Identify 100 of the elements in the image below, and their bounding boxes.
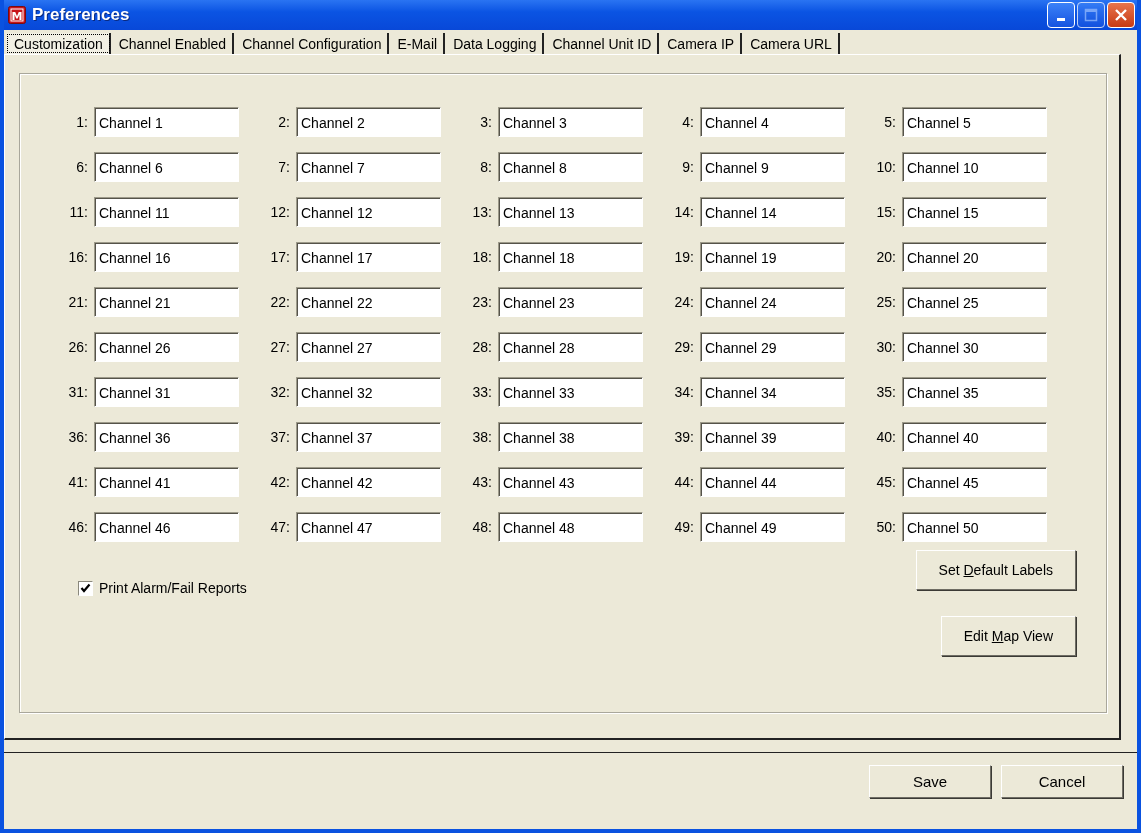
channel-number: 2: xyxy=(277,114,290,130)
channel-number: 16: xyxy=(67,249,88,265)
channel-number: 23: xyxy=(471,294,492,310)
channel-name-field[interactable]: Channel 7 xyxy=(296,152,441,182)
channel-number: 44: xyxy=(673,474,694,490)
channel-number: 25: xyxy=(875,294,896,310)
channel-name-field[interactable]: Channel 45 xyxy=(902,467,1047,497)
channel-number: 35: xyxy=(875,384,896,400)
channel-name-field[interactable]: Channel 46 xyxy=(94,512,239,542)
channel-name-field[interactable]: Channel 44 xyxy=(700,467,845,497)
channel-name-field[interactable]: Channel 27 xyxy=(296,332,441,362)
channel-number: 38: xyxy=(471,429,492,445)
channel-name-field[interactable]: Channel 4 xyxy=(700,107,845,137)
channel-name-field[interactable]: Channel 33 xyxy=(498,377,643,407)
channel-name-field[interactable]: Channel 50 xyxy=(902,512,1047,542)
channel-name-field[interactable]: Channel 30 xyxy=(902,332,1047,362)
channel-number: 42: xyxy=(269,474,290,490)
channel-name-field[interactable]: Channel 34 xyxy=(700,377,845,407)
channel-number: 31: xyxy=(67,384,88,400)
channel-name-field[interactable]: Channel 14 xyxy=(700,197,845,227)
channel-name-field[interactable]: Channel 18 xyxy=(498,242,643,272)
action-button[interactable]: Set Default Labels xyxy=(915,550,1076,590)
channel-number: 8: xyxy=(479,159,492,175)
close-button[interactable] xyxy=(1107,2,1135,28)
channel-name-field[interactable]: Channel 23 xyxy=(498,287,643,317)
channel-name-field[interactable]: Channel 10 xyxy=(902,152,1047,182)
channel-name-field[interactable]: Channel 36 xyxy=(94,422,239,452)
channel-name-field[interactable]: Channel 3 xyxy=(498,107,643,137)
channel-number: 36: xyxy=(67,429,88,445)
channel-name-field[interactable]: Channel 2 xyxy=(296,107,441,137)
channel-number: 11: xyxy=(68,204,88,220)
channel-number: 28: xyxy=(471,339,492,355)
channel-number: 18: xyxy=(471,249,492,265)
channel-number: 4: xyxy=(681,114,694,130)
app-icon: M xyxy=(8,6,26,24)
channel-name-field[interactable]: Channel 1 xyxy=(94,107,239,137)
channel-name-field[interactable]: Channel 16 xyxy=(94,242,239,272)
window-title: Preferences xyxy=(32,5,131,25)
channel-number: 30: xyxy=(875,339,896,355)
channel-name-field[interactable]: Channel 9 xyxy=(700,152,845,182)
channel-number: 5: xyxy=(883,114,896,130)
channel-name-field[interactable]: Channel 32 xyxy=(296,377,441,407)
channel-name-field[interactable]: Channel 39 xyxy=(700,422,845,452)
maximize-icon xyxy=(1084,8,1098,22)
channel-name-field[interactable]: Channel 31 xyxy=(94,377,239,407)
channel-number: 3: xyxy=(479,114,492,130)
channel-number: 27: xyxy=(269,339,290,355)
channel-name-field[interactable]: Channel 41 xyxy=(94,467,239,497)
channel-name-field[interactable]: Channel 5 xyxy=(902,107,1047,137)
channel-number: 41: xyxy=(67,474,88,490)
channel-name-field[interactable]: Channel 17 xyxy=(296,242,441,272)
channel-number: 15: xyxy=(875,204,896,220)
channel-name-field[interactable]: Channel 26 xyxy=(94,332,239,362)
channel-name-field[interactable]: Channel 29 xyxy=(700,332,845,362)
channel-name-field[interactable]: Channel 37 xyxy=(296,422,441,452)
channel-number: 12: xyxy=(269,204,290,220)
channel-name-field[interactable]: Channel 49 xyxy=(700,512,845,542)
channel-name-field[interactable]: Channel 13 xyxy=(498,197,643,227)
channel-name-field[interactable]: Channel 21 xyxy=(94,287,239,317)
checkbox[interactable] xyxy=(78,580,93,596)
channel-name-field[interactable]: Channel 22 xyxy=(296,287,441,317)
channel-name-field[interactable]: Channel 48 xyxy=(498,512,643,542)
channel-number: 32: xyxy=(269,384,290,400)
dialog-button[interactable]: Save xyxy=(869,765,991,798)
maximize-button[interactable] xyxy=(1077,2,1105,28)
channel-name-field[interactable]: Channel 28 xyxy=(498,332,643,362)
channel-number: 7: xyxy=(277,159,290,175)
tab[interactable]: Customization xyxy=(6,33,111,54)
channel-number: 33: xyxy=(471,384,492,400)
channel-name-field[interactable]: Channel 12 xyxy=(296,197,441,227)
channel-name-field[interactable]: Channel 40 xyxy=(902,422,1047,452)
channel-number: 48: xyxy=(471,519,492,535)
channel-name-field[interactable]: Channel 42 xyxy=(296,467,441,497)
channel-name-field[interactable]: Channel 47 xyxy=(296,512,441,542)
channel-number: 39: xyxy=(673,429,694,445)
action-button[interactable]: Edit Map View xyxy=(940,616,1076,656)
channel-name-field[interactable]: Channel 35 xyxy=(902,377,1047,407)
dialog-button[interactable]: Cancel xyxy=(1001,765,1123,798)
channel-name-field[interactable]: Channel 8 xyxy=(498,152,643,182)
channel-name-field[interactable]: Channel 24 xyxy=(700,287,845,317)
channel-number: 10: xyxy=(875,159,896,175)
channel-name-field[interactable]: Channel 15 xyxy=(902,197,1047,227)
channel-name-field[interactable]: Channel 19 xyxy=(700,242,845,272)
channel-name-field[interactable]: Channel 11 xyxy=(94,197,239,227)
checkbox-label: Print Alarm/Fail Reports xyxy=(99,580,247,596)
channel-name-field[interactable]: Channel 6 xyxy=(94,152,239,182)
channel-number: 17: xyxy=(269,249,290,265)
channel-number: 49: xyxy=(673,519,694,535)
channel-number: 9: xyxy=(681,159,694,175)
channel-number: 46: xyxy=(67,519,88,535)
channel-name-field[interactable]: Channel 38 xyxy=(498,422,643,452)
channel-name-field[interactable]: Channel 25 xyxy=(902,287,1047,317)
channel-name-field[interactable]: Channel 43 xyxy=(498,467,643,497)
channel-number: 21: xyxy=(67,294,88,310)
channel-number: 40: xyxy=(875,429,896,445)
channel-number: 26: xyxy=(67,339,88,355)
minimize-button[interactable] xyxy=(1047,2,1075,28)
channel-number: 43: xyxy=(471,474,492,490)
channel-name-field[interactable]: Channel 20 xyxy=(902,242,1047,272)
channel-number: 1: xyxy=(75,114,88,130)
